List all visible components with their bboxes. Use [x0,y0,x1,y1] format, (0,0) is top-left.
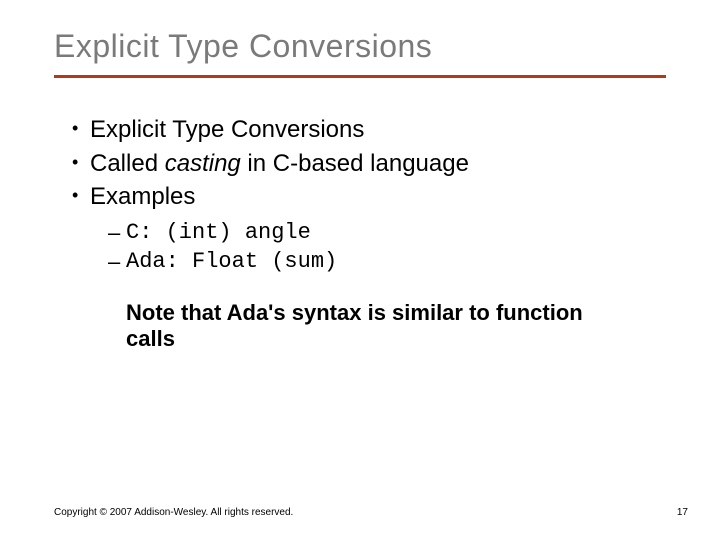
bullet-item: Examples [72,181,666,213]
page-number: 17 [677,507,688,518]
slide: Explicit Type Conversions Explicit Type … [0,0,720,540]
example-item: Ada: Float (sum) [108,248,666,277]
example-text: C: (int) angle [126,220,311,245]
example-item: C: (int) angle [108,219,666,248]
bullet-list-level1: Explicit Type Conversions Called casting… [72,114,666,213]
bullet-text-pre: Called [90,150,165,177]
bullet-text-emph: casting [165,150,241,177]
slide-content: Explicit Type Conversions Called casting… [54,114,666,351]
bullet-text: Explicit Type Conversions [90,116,364,143]
bullet-text: Examples [90,183,195,210]
slide-title: Explicit Type Conversions [54,28,666,73]
example-text: Ada: Float (sum) [126,249,337,274]
title-rule [54,75,666,78]
copyright-footer: Copyright © 2007 Addison-Wesley. All rig… [54,507,293,518]
note-text: Note that Ada's syntax is similar to fun… [126,300,606,351]
bullet-list-level2: C: (int) angle Ada: Float (sum) [108,219,666,276]
bullet-text-post: in C-based language [241,150,469,177]
bullet-item: Explicit Type Conversions [72,114,666,146]
bullet-item: Called casting in C-based language [72,148,666,180]
